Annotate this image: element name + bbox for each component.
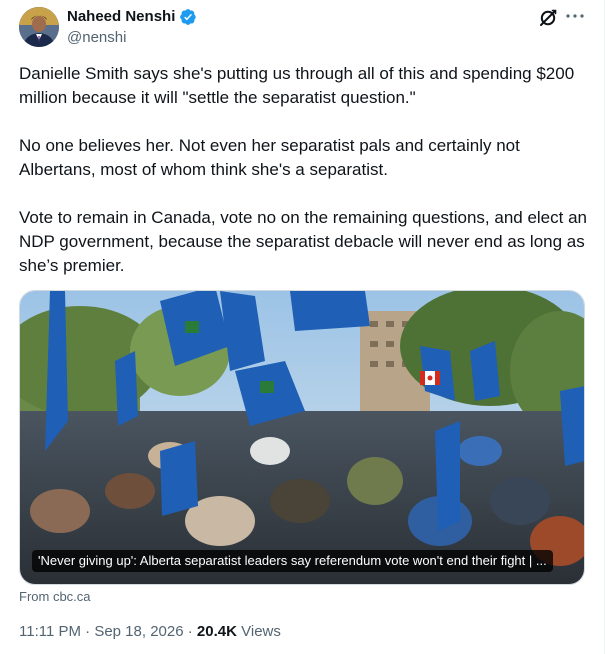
link-source[interactable]: From cbc.ca	[19, 589, 91, 605]
author-handle[interactable]: @nenshi	[67, 28, 197, 48]
views-label: Views	[241, 623, 281, 640]
tweet-meta: 11:11 PM · Sep 18, 2026 · 20.4K Views	[19, 622, 281, 642]
views-count: 20.4K	[196, 623, 237, 640]
verified-badge-icon[interactable]	[179, 8, 197, 26]
tweet-time[interactable]: 11:11 PM	[19, 623, 81, 640]
tweet: Naheed Nenshi @nenshi Danielle Smith say…	[0, 0, 605, 654]
meta-separator: ·	[85, 623, 95, 640]
avatar[interactable]	[19, 7, 59, 47]
meta-separator: ·	[187, 623, 197, 640]
tweet-paragraph: Vote to remain in Canada, vote no on the…	[19, 208, 587, 275]
link-card-image	[20, 291, 584, 584]
tweet-text: Danielle Smith says she's putting us thr…	[19, 62, 589, 278]
author-block: Naheed Nenshi @nenshi	[67, 7, 197, 48]
name-row: Naheed Nenshi	[67, 7, 197, 27]
more-options-icon[interactable]	[563, 5, 587, 29]
avatar-image	[19, 7, 59, 47]
tweet-paragraph: No one believes her. Not even her separa…	[19, 136, 520, 179]
tweet-paragraph: Danielle Smith says she's putting us thr…	[19, 64, 575, 107]
grok-icon[interactable]	[538, 8, 558, 28]
link-card-caption: 'Never giving up': Alberta separatist le…	[32, 550, 553, 572]
tweet-date[interactable]: Sep 18, 2026	[94, 623, 183, 640]
author-name[interactable]: Naheed Nenshi	[67, 7, 175, 27]
link-card[interactable]: 'Never giving up': Alberta separatist le…	[19, 290, 585, 585]
